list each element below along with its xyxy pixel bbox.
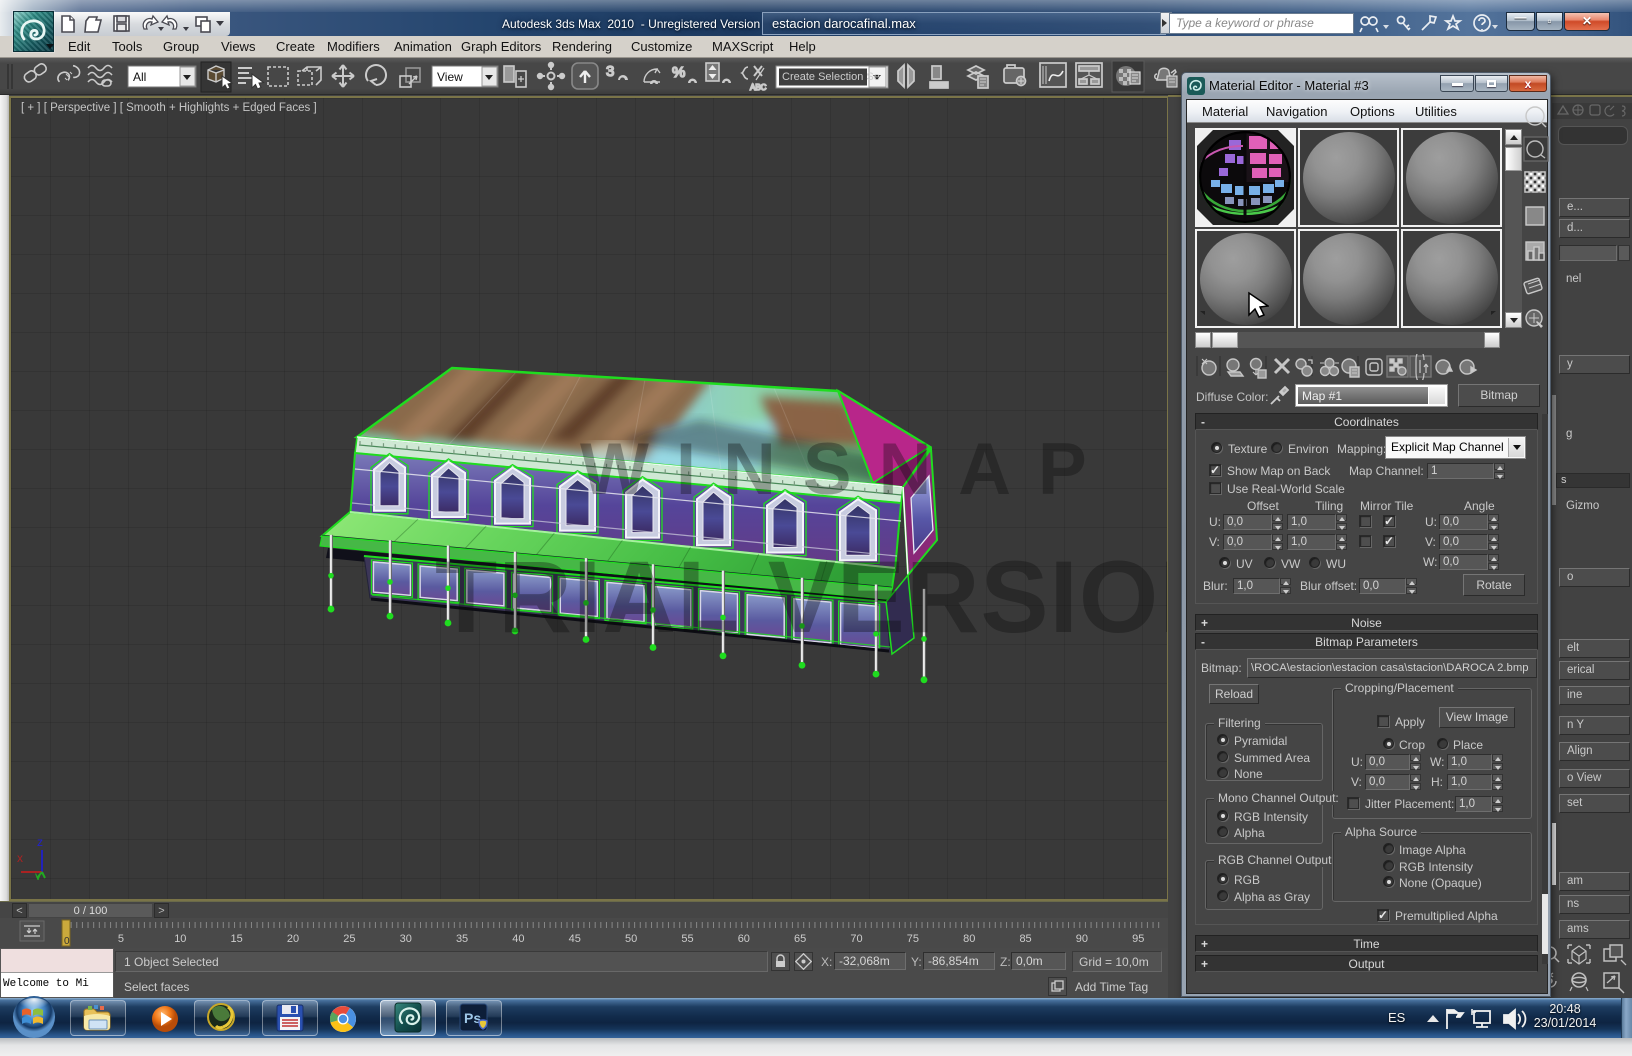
svg-text:85: 85 [1019, 933, 1031, 945]
svg-text:z: z [37, 835, 43, 849]
svg-text:All: All [133, 70, 146, 84]
svg-text:5: 5 [118, 933, 124, 945]
svg-text:50: 50 [625, 933, 637, 945]
svg-text:60: 60 [738, 933, 750, 945]
svg-text:Create Selection Se: Create Selection Se [782, 71, 880, 83]
svg-text:x: x [17, 851, 23, 865]
svg-text:45: 45 [569, 933, 581, 945]
svg-text:ABC: ABC [750, 83, 767, 92]
svg-text:3: 3 [606, 63, 614, 80]
svg-text:20: 20 [287, 933, 299, 945]
svg-text:80: 80 [963, 933, 975, 945]
svg-text:%: % [672, 64, 685, 81]
svg-text:35: 35 [456, 933, 468, 945]
svg-text:70: 70 [850, 933, 862, 945]
svg-text:30: 30 [400, 933, 412, 945]
svg-text:40: 40 [512, 933, 524, 945]
svg-text:65: 65 [794, 933, 806, 945]
svg-text:90: 90 [1076, 933, 1088, 945]
svg-text:10: 10 [174, 933, 186, 945]
svg-text:View: View [437, 70, 463, 84]
svg-text:75: 75 [907, 933, 919, 945]
svg-text:55: 55 [681, 933, 693, 945]
svg-text:0: 0 [64, 936, 70, 947]
svg-text:15: 15 [231, 933, 243, 945]
svg-text:25: 25 [343, 933, 355, 945]
svg-text:95: 95 [1132, 933, 1144, 945]
